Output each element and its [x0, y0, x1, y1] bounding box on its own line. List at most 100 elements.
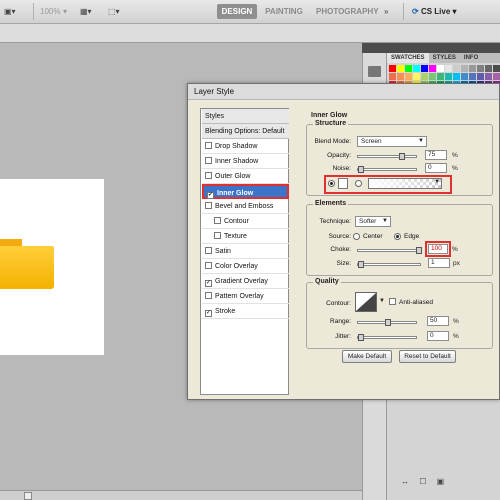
size-slider[interactable]	[357, 261, 421, 268]
tab-styles[interactable]: STYLES	[429, 53, 460, 63]
style-list-item-outer-glow[interactable]: Outer Glow	[202, 169, 289, 184]
color-swatch[interactable]	[445, 73, 452, 80]
color-swatch[interactable]	[477, 73, 484, 80]
color-swatch[interactable]	[389, 65, 396, 72]
style-list-item-texture[interactable]: Texture	[202, 229, 289, 244]
style-checkbox[interactable]	[214, 232, 221, 239]
document-canvas[interactable]	[0, 179, 104, 355]
style-checkbox[interactable]	[205, 172, 212, 179]
style-list-item-stroke[interactable]: ✓ Stroke	[202, 304, 289, 319]
style-list-item-color-overlay[interactable]: Color Overlay	[202, 259, 289, 274]
style-checkbox[interactable]	[205, 247, 212, 254]
size-input[interactable]: 1	[428, 258, 450, 268]
color-swatch[interactable]	[453, 73, 460, 80]
more-workspaces-icon[interactable]: »	[384, 4, 388, 19]
zoom-level[interactable]: 100%	[40, 4, 60, 19]
style-list-item-inner-glow[interactable]: ✓ Inner Glow	[202, 184, 289, 199]
color-swatch[interactable]	[493, 73, 500, 80]
size-slider-thumb[interactable]	[358, 261, 364, 268]
style-list-item-drop-shadow[interactable]: Drop Shadow	[202, 139, 289, 154]
reset-to-default-button[interactable]: Reset to Default	[399, 350, 456, 363]
anti-aliased-checkbox[interactable]	[389, 298, 396, 305]
glow-gradient-picker[interactable]: ▼	[368, 178, 442, 189]
color-swatch[interactable]	[429, 73, 436, 80]
style-list-item-bevel-and-emboss[interactable]: Bevel and Emboss	[202, 199, 289, 214]
style-list-item-pattern-overlay[interactable]: Pattern Overlay	[202, 289, 289, 304]
color-swatch[interactable]	[413, 73, 420, 80]
color-swatch[interactable]	[469, 73, 476, 80]
color-swatch[interactable]	[437, 73, 444, 80]
blend-mode-select[interactable]: Screen ▼	[357, 136, 427, 147]
color-swatch[interactable]	[485, 65, 492, 72]
color-swatch[interactable]	[421, 65, 428, 72]
panel-footer-icons[interactable]: ↔ ☐ ▣	[401, 477, 448, 487]
style-list-item-inner-shadow[interactable]: Inner Shadow	[202, 154, 289, 169]
color-swatch[interactable]	[405, 65, 412, 72]
jitter-slider-thumb[interactable]	[358, 334, 364, 341]
color-swatch[interactable]	[485, 73, 492, 80]
choke-slider[interactable]	[357, 247, 422, 254]
contour-picker[interactable]	[355, 292, 377, 312]
color-swatch[interactable]	[469, 65, 476, 72]
color-swatch[interactable]	[493, 65, 500, 72]
tab-swatches[interactable]: SWATCHES	[387, 53, 429, 63]
noise-slider-thumb[interactable]	[358, 166, 364, 173]
style-checkbox[interactable]	[205, 157, 212, 164]
glow-color-swatch[interactable]	[338, 178, 348, 189]
color-swatch[interactable]	[413, 65, 420, 72]
color-swatch[interactable]	[445, 65, 452, 72]
color-swatch[interactable]	[397, 65, 404, 72]
color-swatch[interactable]	[461, 73, 468, 80]
view-icon[interactable]: ▣▾	[4, 4, 16, 19]
noise-input[interactable]: 0	[425, 163, 447, 173]
style-list-item-styles[interactable]: Styles	[202, 109, 289, 124]
color-swatch[interactable]	[477, 65, 484, 72]
opacity-slider[interactable]	[357, 153, 417, 160]
noise-slider[interactable]	[357, 166, 417, 173]
horizontal-scrollbar-thumb[interactable]	[24, 492, 32, 500]
history-panel-icon[interactable]	[368, 66, 381, 77]
style-checkbox[interactable]	[205, 202, 212, 209]
tab-info[interactable]: INFO	[460, 53, 482, 63]
chevron-down-icon[interactable]: ▼	[379, 298, 385, 304]
style-checkbox[interactable]	[214, 217, 221, 224]
color-swatch[interactable]	[397, 73, 404, 80]
style-list-item-blending-options-default[interactable]: Blending Options: Default	[202, 124, 289, 139]
gradient-radio[interactable]	[355, 180, 362, 187]
opacity-slider-thumb[interactable]	[399, 153, 405, 160]
style-checkbox[interactable]	[205, 262, 212, 269]
jitter-slider[interactable]	[357, 334, 417, 341]
style-checkbox[interactable]: ✓	[207, 192, 214, 199]
color-swatch[interactable]	[405, 73, 412, 80]
color-swatch[interactable]	[389, 73, 396, 80]
workspace-painting-button[interactable]: PAINTING	[263, 4, 305, 19]
range-slider-thumb[interactable]	[385, 319, 391, 326]
style-list-item-contour[interactable]: Contour	[202, 214, 289, 229]
workspace-design-button[interactable]: DESIGN	[217, 4, 257, 19]
source-edge-radio[interactable]	[394, 233, 401, 240]
technique-select[interactable]: Softer ▼	[355, 216, 391, 227]
color-radio[interactable]	[328, 180, 335, 187]
make-default-button[interactable]: Make Default	[342, 350, 392, 363]
style-checkbox[interactable]	[205, 142, 212, 149]
color-swatch[interactable]	[437, 65, 444, 72]
screen-mode-icon[interactable]: ⬚▾	[108, 4, 120, 19]
zoom-dropdown-icon[interactable]: ▾	[63, 4, 67, 19]
choke-slider-thumb[interactable]	[416, 247, 422, 254]
style-list-item-satin[interactable]: Satin	[202, 244, 289, 259]
source-center-radio[interactable]	[353, 233, 360, 240]
style-list-item-gradient-overlay[interactable]: ✓ Gradient Overlay	[202, 274, 289, 289]
style-checkbox[interactable]: ✓	[205, 310, 212, 317]
color-swatch[interactable]	[429, 65, 436, 72]
opacity-input[interactable]: 75	[425, 150, 447, 160]
range-slider[interactable]	[357, 319, 417, 326]
cs-live-button[interactable]: ⟳ CS Live ▾	[412, 4, 457, 19]
color-swatch[interactable]	[461, 65, 468, 72]
range-input[interactable]: 50	[427, 316, 449, 326]
color-swatch[interactable]	[421, 73, 428, 80]
dialog-titlebar[interactable]: Layer Style	[188, 84, 499, 100]
workspace-photography-button[interactable]: PHOTOGRAPHY	[316, 4, 379, 19]
arrange-documents-icon[interactable]: ▦▾	[80, 4, 92, 19]
jitter-input[interactable]: 0	[427, 331, 449, 341]
color-swatch[interactable]	[453, 65, 460, 72]
